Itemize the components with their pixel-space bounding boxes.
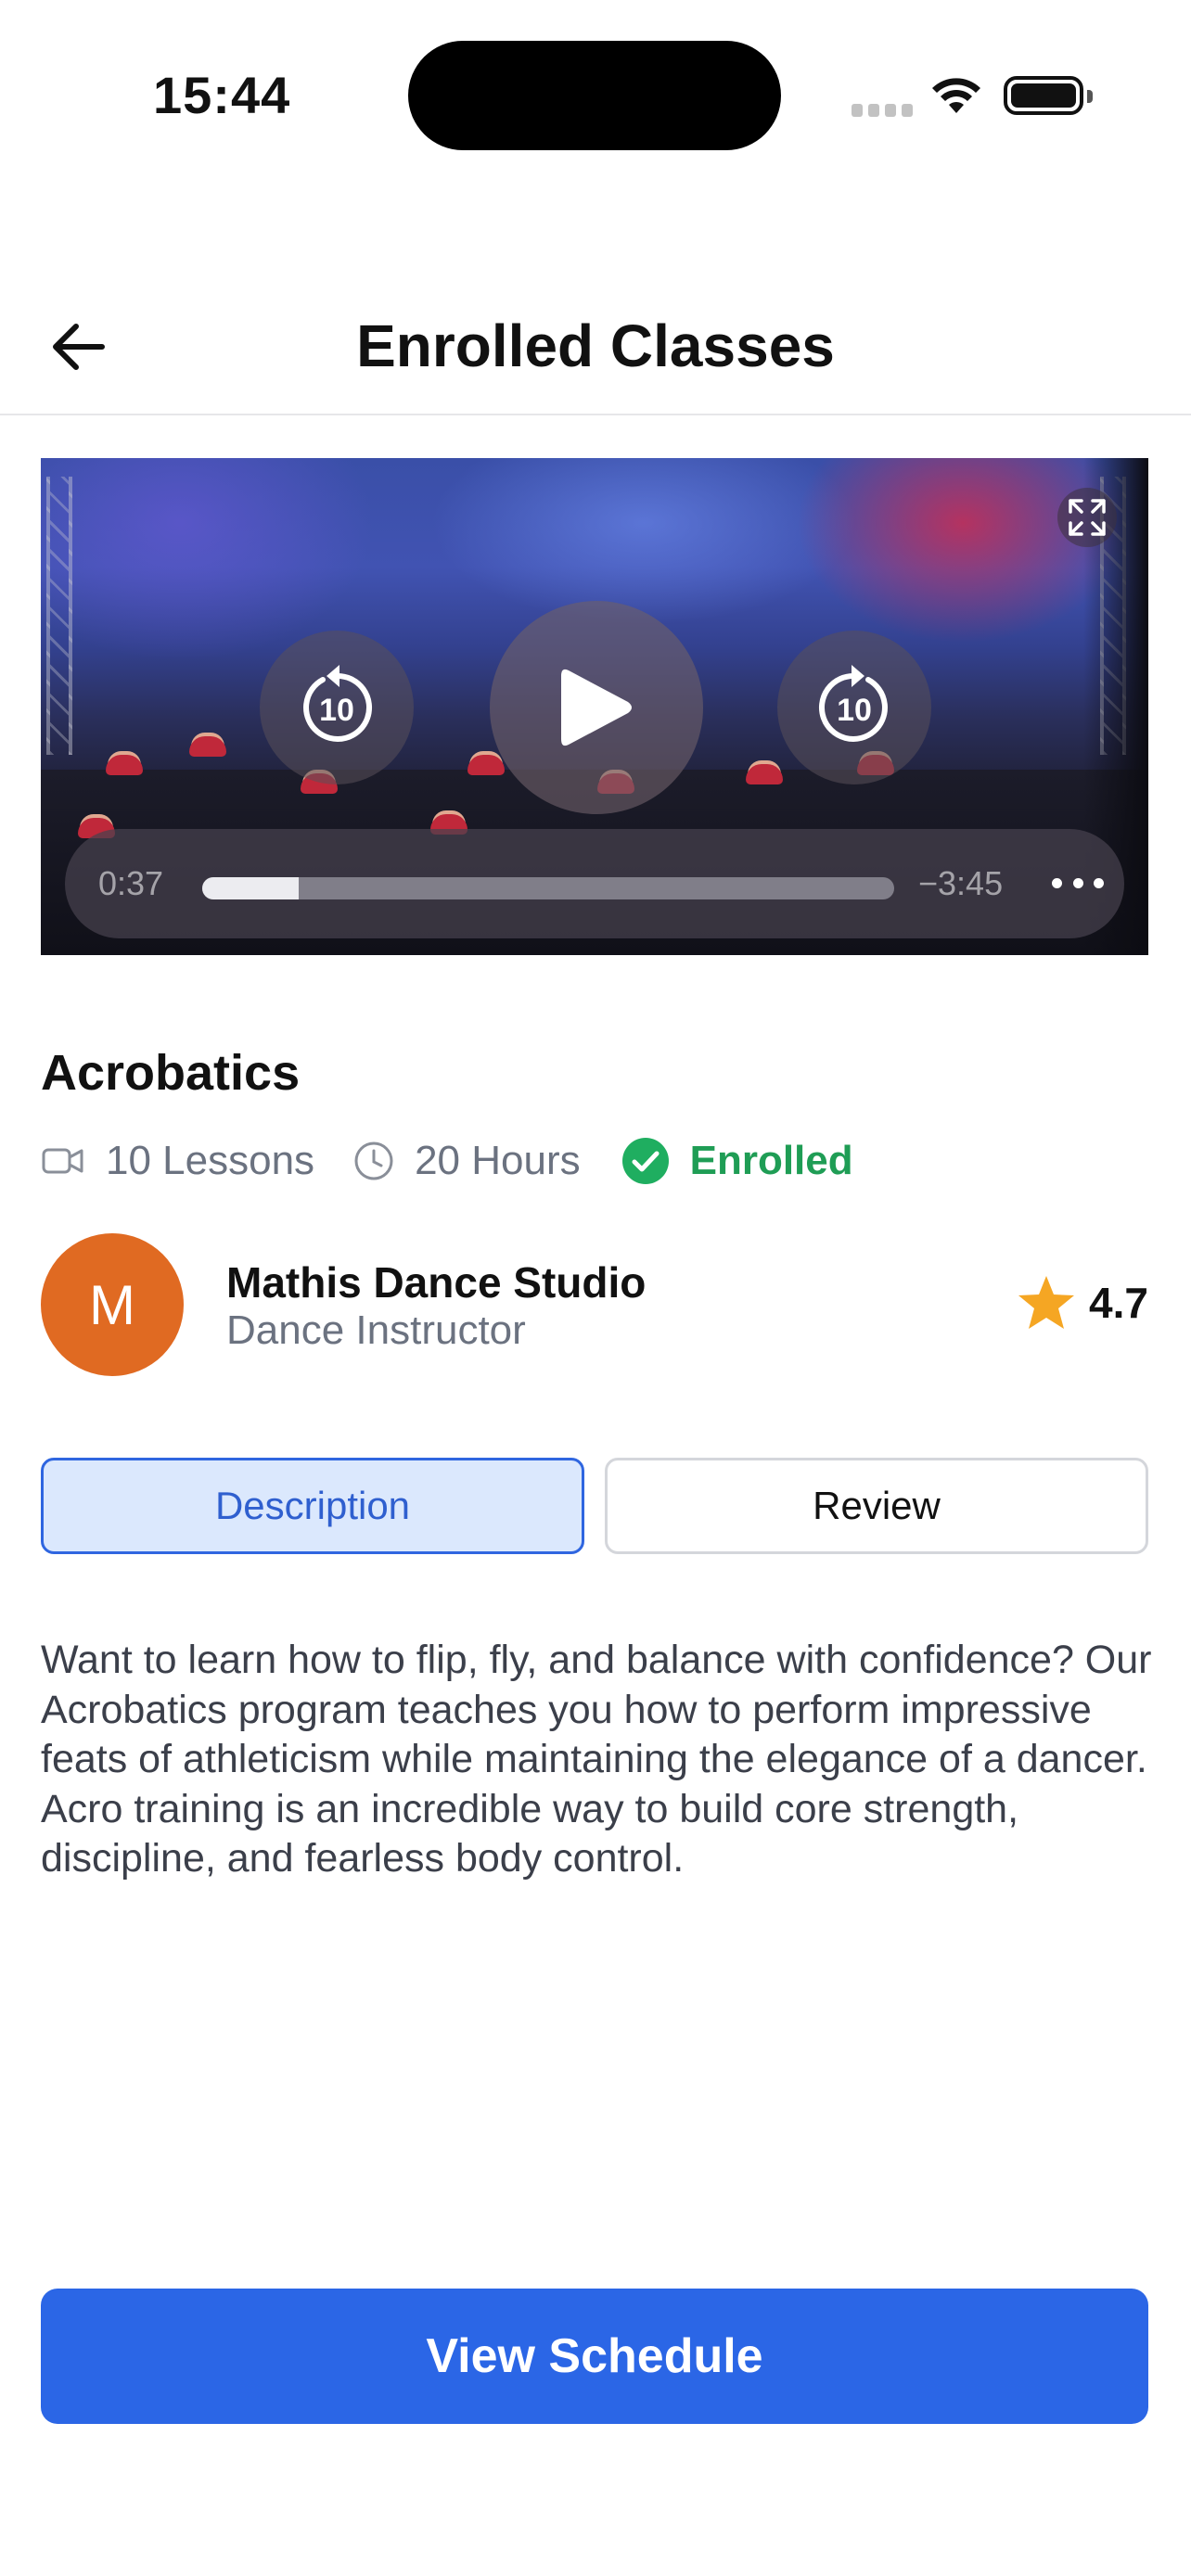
- tab-bar: Description Review: [41, 1458, 1148, 1554]
- enrolled-label: Enrolled: [689, 1138, 853, 1183]
- course-description: Want to learn how to flip, fly, and bala…: [41, 1638, 1152, 1881]
- rewind-10-icon: 10: [303, 665, 373, 742]
- skip-back-button[interactable]: 10: [260, 631, 414, 784]
- clock-icon: [353, 1141, 394, 1181]
- lessons-count: 10 Lessons: [41, 1138, 314, 1184]
- more-options-button[interactable]: [1052, 864, 1104, 901]
- rating-value: 4.7: [1089, 1279, 1148, 1327]
- progress-scrubber[interactable]: [202, 877, 894, 899]
- tab-description[interactable]: Description: [41, 1458, 584, 1554]
- header: Enrolled Classes: [0, 278, 1191, 415]
- battery-icon: [1004, 76, 1093, 115]
- play-icon: [561, 669, 632, 746]
- stage-truss: [46, 477, 72, 755]
- dancer: [467, 755, 505, 775]
- status-bar: 15:44: [0, 0, 1191, 185]
- hours-label: 20 Hours: [415, 1138, 581, 1183]
- course-meta: 10 Lessons 20 Hours Enrolled: [41, 1133, 853, 1189]
- dancer: [746, 764, 783, 784]
- page-title: Enrolled Classes: [356, 312, 835, 379]
- check-circle-icon: [621, 1137, 670, 1185]
- forward-10-icon: 10: [818, 665, 888, 742]
- dancer: [106, 755, 143, 775]
- instructor-name: Mathis Dance Studio: [226, 1258, 647, 1307]
- skip-forward-seconds: 10: [837, 693, 872, 728]
- expand-icon: [1069, 499, 1106, 536]
- skip-back-seconds: 10: [319, 693, 354, 728]
- time-remaining: −3:45: [918, 864, 1004, 902]
- enrolled-status: Enrolled: [621, 1137, 853, 1185]
- tab-review[interactable]: Review: [605, 1458, 1148, 1554]
- skip-forward-button[interactable]: 10: [777, 631, 931, 784]
- progress-fill: [202, 877, 300, 899]
- video-camera-icon: [41, 1145, 85, 1177]
- video-player[interactable]: 10 10 0:37 −3:45: [41, 458, 1148, 955]
- status-time: 15:44: [153, 66, 291, 124]
- lessons-label: 10 Lessons: [106, 1138, 315, 1183]
- instructor-card[interactable]: M Mathis Dance Studio Dance Instructor 4…: [41, 1233, 1148, 1376]
- fullscreen-button[interactable]: [1057, 488, 1117, 547]
- instructor-role: Dance Instructor: [226, 1307, 526, 1353]
- dynamic-island: [408, 41, 781, 150]
- playback-controls: 0:37 −3:45: [65, 829, 1124, 938]
- stage-light: [430, 458, 857, 625]
- avatar: M: [41, 1233, 184, 1376]
- star-icon: [1017, 1274, 1076, 1332]
- play-button[interactable]: [490, 601, 703, 814]
- rating: 4.7: [1017, 1274, 1148, 1332]
- cellular-signal-icon: [852, 104, 913, 117]
- ellipsis-icon: [1052, 877, 1062, 888]
- stage-light: [796, 458, 1130, 644]
- view-schedule-button[interactable]: View Schedule: [41, 2289, 1148, 2424]
- course-title: Acrobatics: [41, 1045, 301, 1101]
- dancer: [189, 736, 226, 757]
- wifi-icon: [930, 76, 982, 120]
- time-elapsed: 0:37: [98, 864, 164, 902]
- hours-count: 20 Hours: [353, 1138, 581, 1184]
